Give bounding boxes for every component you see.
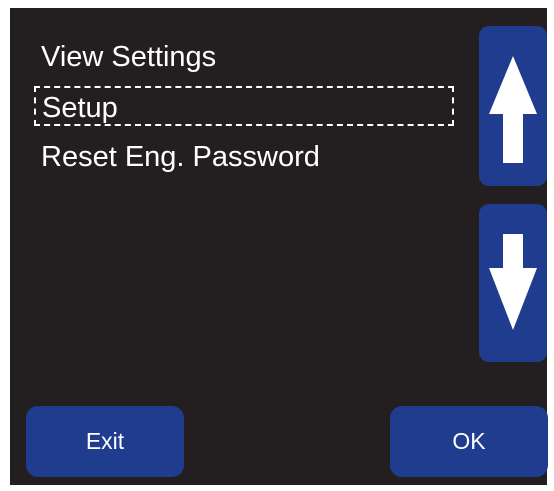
arrow-up-icon (489, 56, 537, 163)
arrow-down-icon (489, 234, 537, 330)
exit-button-label: Exit (85, 428, 125, 454)
scroll-down-button[interactable] (479, 204, 547, 362)
device-screen: View Settings Setup Reset Eng. Password … (10, 8, 548, 485)
ok-button[interactable]: OK (390, 406, 548, 477)
menu-item-view-settings[interactable]: View Settings (41, 40, 216, 74)
scroll-up-button[interactable] (479, 26, 547, 186)
menu-item-reset-eng-password[interactable]: Reset Eng. Password (41, 140, 320, 174)
ok-button-label: OK (452, 428, 486, 454)
menu-item-setup[interactable]: Setup (34, 86, 454, 126)
exit-button[interactable]: Exit (26, 406, 184, 477)
